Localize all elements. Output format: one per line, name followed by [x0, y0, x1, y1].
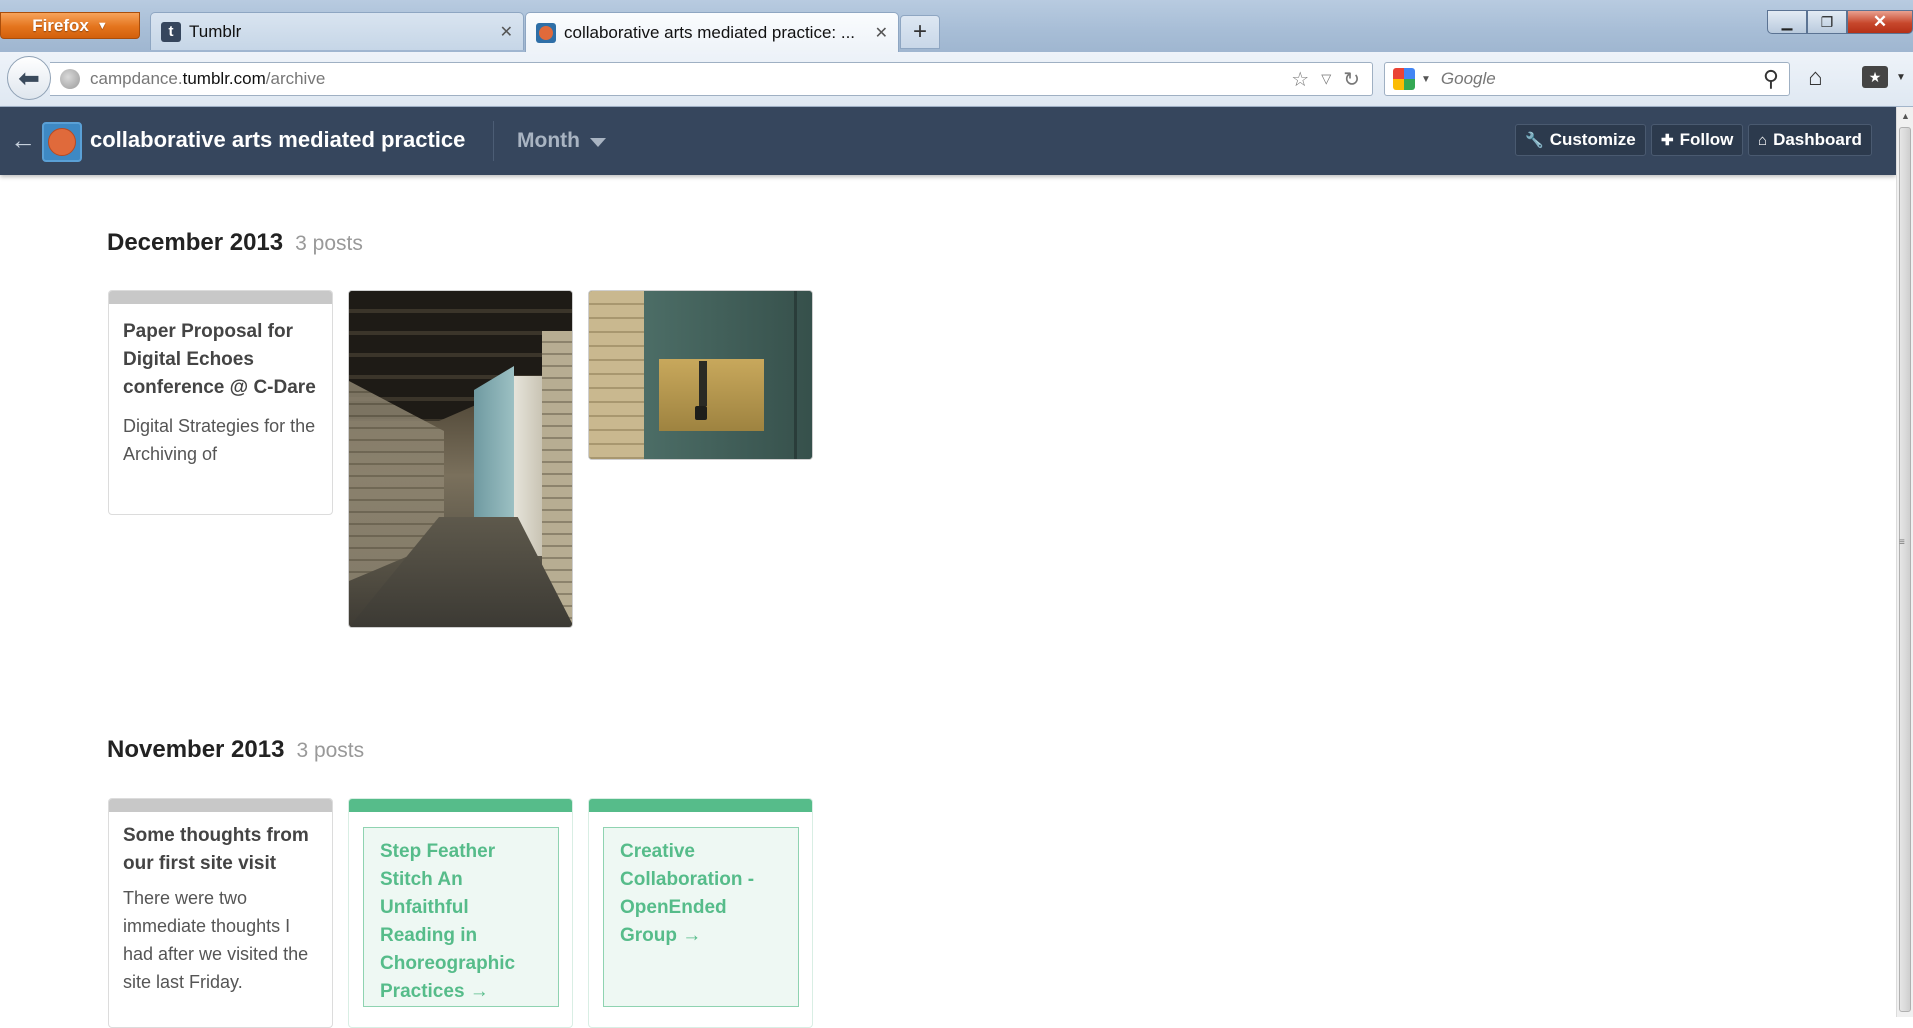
navigation-toolbar: campdance. tumblr.com /archive ☆ ▽ ↻ ⬅ ▼… — [0, 52, 1913, 107]
month-section-heading: November 2013 3 posts — [107, 736, 364, 764]
month-filter-label: Month — [517, 129, 580, 152]
tab-title: Tumblr — [189, 21, 242, 41]
back-arrow-icon: ⬅ — [18, 62, 40, 93]
home-icon[interactable]: ⌂ — [1808, 64, 1823, 92]
close-tab-icon[interactable]: ✕ — [500, 22, 513, 42]
scroll-grip-icon: ≡ — [1899, 537, 1905, 548]
restore-icon: ❐ — [1820, 13, 1834, 30]
blog-favicon-icon — [536, 22, 556, 43]
post-type-strip — [109, 291, 332, 304]
firefox-menu-label: Firefox — [32, 15, 89, 35]
url-host: tumblr.com — [182, 69, 266, 88]
avatar-image — [48, 128, 76, 156]
chevron-down-icon — [589, 138, 606, 147]
search-bar[interactable]: ▼ Google ⚲ — [1384, 62, 1790, 96]
reload-icon[interactable]: ↻ — [1343, 67, 1360, 92]
home-icon: ⌂ — [1758, 131, 1768, 149]
post-link[interactable]: Creative Collaboration - OpenEnded Group… — [603, 827, 799, 1007]
window-controls: ▁ ❐ ✕ — [1767, 10, 1913, 34]
dashboard-button[interactable]: ⌂ Dashboard — [1748, 124, 1872, 156]
photo-detail — [699, 361, 707, 406]
history-dropdown-icon[interactable]: ▽ — [1321, 71, 1331, 87]
archive-header: ← collaborative arts mediated practice M… — [0, 107, 1896, 175]
url-path: /archive — [265, 69, 326, 88]
photo-post-corridor[interactable] — [348, 290, 573, 628]
close-tab-icon[interactable]: ✕ — [875, 23, 888, 43]
post-excerpt: Digital Strategies for the Archiving of — [123, 416, 316, 464]
post-type-strip — [589, 799, 812, 812]
bookmarks-dropdown-icon[interactable]: ▼ — [1896, 72, 1906, 83]
follow-label: Follow — [1679, 130, 1734, 149]
plus-icon: ✚ — [1661, 132, 1674, 149]
url-bar[interactable]: campdance. tumblr.com /archive ☆ ▽ ↻ — [50, 62, 1373, 96]
blog-avatar[interactable] — [42, 122, 82, 162]
url-subdomain: campdance. — [90, 69, 183, 88]
dashboard-label: Dashboard — [1773, 130, 1862, 149]
page-scrollbar[interactable]: ▲ ≡ — [1896, 107, 1913, 1017]
post-type-strip — [109, 799, 332, 812]
minimize-icon: ▁ — [1781, 13, 1793, 30]
scrollbar-thumb[interactable] — [1899, 127, 1911, 1012]
back-button[interactable]: ⬅ — [7, 56, 51, 100]
month-post-count: 3 posts — [295, 232, 363, 255]
blog-title[interactable]: collaborative arts mediated practice — [90, 127, 465, 153]
site-identity-icon[interactable] — [60, 69, 80, 89]
chevron-down-icon: ▼ — [96, 19, 108, 32]
post-title: Paper Proposal for Digital Echoes confer… — [123, 321, 316, 398]
close-icon: ✕ — [1872, 12, 1888, 31]
photo-post-door-lock[interactable] — [588, 290, 813, 460]
month-post-count: 3 posts — [296, 739, 365, 762]
wrench-icon: 🔧 — [1525, 132, 1544, 149]
google-logo-icon[interactable] — [1393, 68, 1415, 90]
tab-blog-archive[interactable]: collaborative arts mediated practice: ..… — [525, 12, 899, 52]
restore-button[interactable]: ❐ — [1807, 10, 1847, 34]
tab-tumblr[interactable]: t Tumblr ✕ — [150, 12, 524, 50]
firefox-menu-button[interactable]: Firefox ▼ — [0, 12, 140, 39]
window-titlebar: Firefox ▼ t Tumblr ✕ collaborative arts … — [0, 0, 1913, 52]
photo-detail — [695, 406, 707, 420]
photo-detail — [794, 291, 797, 459]
plus-icon: + — [912, 18, 927, 45]
search-placeholder: Google — [1440, 69, 1496, 88]
link-post-card[interactable]: Creative Collaboration - OpenEnded Group… — [588, 798, 813, 1028]
post-type-strip — [349, 799, 572, 812]
post-link[interactable]: Step Feather Stitch An Unfaithful Readin… — [363, 827, 559, 1007]
close-window-button[interactable]: ✕ — [1847, 10, 1913, 34]
month-title: December 2013 — [107, 229, 284, 256]
new-tab-button[interactable]: + — [900, 15, 940, 49]
post-title: Some thoughts from our first site visit — [123, 825, 309, 874]
post-excerpt: There were two immediate thoughts I had … — [123, 888, 309, 992]
month-section-heading: December 2013 3 posts — [107, 229, 363, 257]
customize-label: Customize — [1549, 130, 1636, 149]
search-magnifier-icon[interactable]: ⚲ — [1763, 66, 1779, 92]
link-post-card[interactable]: Step Feather Stitch An Unfaithful Readin… — [348, 798, 573, 1028]
follow-button[interactable]: ✚ Follow — [1651, 124, 1744, 156]
back-arrow-icon[interactable]: ← — [10, 125, 36, 156]
search-engine-dropdown-icon[interactable]: ▼ — [1421, 74, 1431, 85]
minimize-button[interactable]: ▁ — [1767, 10, 1807, 34]
bookmark-star-icon[interactable]: ☆ — [1291, 67, 1309, 92]
month-filter-dropdown[interactable]: Month — [517, 129, 606, 153]
url-bar-actions: ☆ ▽ ↻ — [1291, 63, 1360, 95]
customize-button[interactable]: 🔧 Customize — [1515, 124, 1646, 156]
scroll-up-icon[interactable]: ▲ — [1897, 107, 1913, 124]
text-post-card[interactable]: Some thoughts from our first site visit … — [108, 798, 333, 1028]
photo-detail — [659, 359, 764, 431]
bookmarks-icon[interactable]: ★ — [1862, 66, 1888, 88]
photo-detail — [589, 291, 644, 459]
tumblr-favicon-icon: t — [161, 21, 181, 42]
month-title: November 2013 — [107, 736, 285, 763]
tab-title: collaborative arts mediated practice: ..… — [564, 22, 856, 42]
text-post-card[interactable]: Paper Proposal for Digital Echoes confer… — [108, 290, 333, 515]
header-divider — [493, 121, 494, 161]
